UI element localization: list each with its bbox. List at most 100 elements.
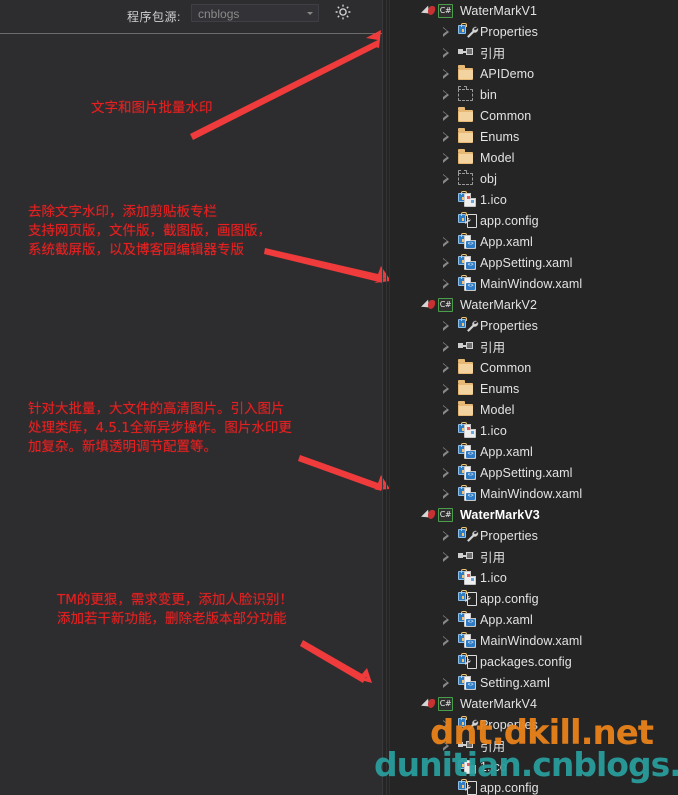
wrench-icon	[464, 529, 479, 543]
tree-row[interactable]: Common	[390, 105, 678, 126]
chevron-right-icon[interactable]	[438, 399, 454, 420]
tree-row[interactable]: <> MainWindow.xaml	[390, 483, 678, 504]
pending-changes-icon	[427, 699, 436, 708]
tree-row-icon: C#	[427, 3, 458, 19]
expander-placeholder	[438, 210, 454, 231]
tree-row[interactable]: <> MainWindow.xaml	[390, 630, 678, 651]
csharp-project-icon: C#	[438, 507, 453, 522]
chevron-right-icon[interactable]	[438, 105, 454, 126]
tree-row[interactable]: <> App.xaml	[390, 231, 678, 252]
references-icon	[458, 48, 474, 57]
tree-row-label: WaterMarkV1	[460, 3, 538, 18]
tree-row[interactable]: <> MainWindow.xaml	[390, 273, 678, 294]
chevron-right-icon[interactable]	[438, 42, 454, 63]
tree-row[interactable]: 1.ico	[390, 420, 678, 441]
tree-row-icon: C#	[427, 297, 458, 313]
references-icon	[458, 342, 474, 351]
chevron-right-icon[interactable]	[438, 336, 454, 357]
chevron-right-icon[interactable]	[438, 357, 454, 378]
chevron-right-icon[interactable]	[438, 126, 454, 147]
chevron-right-icon[interactable]	[438, 462, 454, 483]
tree-row[interactable]: C# WaterMarkV3	[390, 504, 678, 525]
tree-row[interactable]: 引用	[390, 42, 678, 63]
wrench-icon	[464, 319, 479, 333]
tree-row[interactable]: app.config	[390, 210, 678, 231]
tree-row-label: WaterMarkV3	[460, 507, 540, 522]
tree-row[interactable]: <> AppSetting.xaml	[390, 462, 678, 483]
chevron-right-icon[interactable]	[438, 525, 454, 546]
tree-row-label: Setting.xaml	[480, 675, 550, 690]
chevron-right-icon[interactable]	[438, 630, 454, 651]
tree-row[interactable]: bin	[390, 84, 678, 105]
tree-row[interactable]: <> App.xaml	[390, 609, 678, 630]
tree-row[interactable]: Model	[390, 399, 678, 420]
tree-row-icon	[458, 107, 478, 124]
tree-row[interactable]: Enums	[390, 378, 678, 399]
chevron-right-icon[interactable]	[438, 609, 454, 630]
csharp-project-icon: C#	[438, 297, 453, 312]
tree-row[interactable]: app.config	[390, 588, 678, 609]
tree-row-icon	[458, 339, 478, 355]
solution-explorer-tree[interactable]: C# WaterMarkV1 Properties 引用 APIDemo bin Commo…	[390, 0, 678, 795]
tree-row[interactable]: packages.config	[390, 651, 678, 672]
chevron-right-icon[interactable]	[438, 546, 454, 567]
tree-row[interactable]: 引用	[390, 735, 678, 756]
tree-row[interactable]: Properties	[390, 714, 678, 735]
chevron-right-icon[interactable]	[438, 672, 454, 693]
tree-row[interactable]: 1.ico	[390, 189, 678, 210]
tree-row-icon	[458, 359, 478, 376]
tree-row[interactable]: Properties	[390, 315, 678, 336]
tree-row[interactable]: Properties	[390, 21, 678, 42]
chevron-right-icon[interactable]	[438, 483, 454, 504]
chevron-right-icon[interactable]	[438, 63, 454, 84]
tree-rows-container: C# WaterMarkV1 Properties 引用 APIDemo bin Commo…	[390, 0, 678, 795]
wrench-icon	[464, 718, 479, 732]
chevron-right-icon[interactable]	[438, 252, 454, 273]
ico-file-icon	[464, 759, 476, 774]
chevron-right-icon[interactable]	[438, 714, 454, 735]
tree-row[interactable]: 引用	[390, 336, 678, 357]
package-source-dropdown[interactable]: cnblogs	[191, 4, 319, 22]
tree-row[interactable]: C# WaterMarkV1	[390, 0, 678, 21]
chevron-right-icon[interactable]	[438, 441, 454, 462]
chevron-right-icon[interactable]	[438, 273, 454, 294]
tree-row[interactable]: 引用	[390, 546, 678, 567]
tree-row[interactable]: Model	[390, 147, 678, 168]
chevron-right-icon[interactable]	[438, 147, 454, 168]
tree-row-label: 引用	[480, 47, 506, 61]
chevron-right-icon[interactable]	[438, 378, 454, 399]
chevron-right-icon[interactable]	[438, 168, 454, 189]
tree-row[interactable]: <> AppSetting.xaml	[390, 252, 678, 273]
folder-excluded-icon	[458, 85, 473, 101]
chevron-right-icon[interactable]	[438, 735, 454, 756]
tree-row-icon	[458, 45, 478, 61]
tree-row[interactable]: Enums	[390, 126, 678, 147]
tree-row[interactable]: obj	[390, 168, 678, 189]
tree-row[interactable]: app.config	[390, 777, 678, 795]
tree-row-label: 1.ico	[480, 570, 507, 585]
tree-row-label: 引用	[480, 551, 506, 565]
chevron-right-icon[interactable]	[438, 84, 454, 105]
chevron-right-icon[interactable]	[438, 231, 454, 252]
tree-row[interactable]: Properties	[390, 525, 678, 546]
tree-row-label: WaterMarkV4	[460, 696, 538, 711]
tree-row-label: App.xaml	[480, 234, 533, 249]
gear-icon[interactable]	[333, 2, 353, 22]
pending-changes-icon	[427, 510, 436, 519]
folder-icon	[458, 65, 473, 80]
tree-row[interactable]: <> Setting.xaml	[390, 672, 678, 693]
chevron-right-icon[interactable]	[438, 21, 454, 42]
tree-row-icon	[458, 738, 478, 754]
tree-row[interactable]: <> App.xaml	[390, 441, 678, 462]
tree-row[interactable]: 1.ico	[390, 567, 678, 588]
tree-row-label: 1.ico	[480, 423, 507, 438]
tree-row[interactable]: APIDemo	[390, 63, 678, 84]
tree-row[interactable]: C# WaterMarkV4	[390, 693, 678, 714]
tree-row-label: WaterMarkV2	[460, 297, 538, 312]
chevron-right-icon[interactable]	[438, 315, 454, 336]
tree-row-label: Common	[480, 360, 532, 375]
tree-row[interactable]: Common	[390, 357, 678, 378]
tree-row[interactable]: C# WaterMarkV2	[390, 294, 678, 315]
config-file-icon	[464, 654, 477, 669]
tree-row[interactable]: 1.ico	[390, 756, 678, 777]
